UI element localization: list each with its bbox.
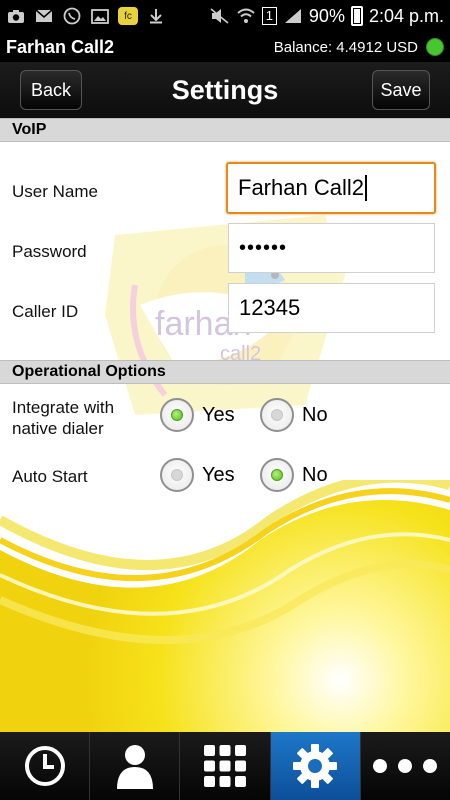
nav-history[interactable]	[0, 732, 91, 800]
app-bar: Farhan Call2 Balance: 4.4912 USD	[0, 32, 450, 62]
integrate-yes-label: Yes	[202, 403, 235, 426]
app-notification-icon: fc	[118, 7, 138, 25]
auto-start-label: Auto Start	[12, 467, 88, 486]
settings-header: Back Settings Save	[0, 62, 450, 118]
wifi-icon	[236, 7, 256, 25]
integrate-label-line1: Integrate with	[12, 398, 115, 417]
image-icon	[90, 7, 110, 25]
user-name-label: User Name	[12, 182, 98, 201]
save-button[interactable]: Save	[372, 70, 430, 110]
auto-start-no-radio[interactable]: No	[260, 458, 328, 492]
radio-circle	[160, 398, 194, 432]
camera-icon	[6, 7, 26, 25]
whatsapp-icon	[62, 7, 82, 25]
person-icon	[116, 745, 153, 789]
battery-icon	[350, 6, 363, 26]
sim-indicator: 1	[261, 7, 277, 25]
nav-more[interactable]	[361, 732, 450, 800]
download-icon	[146, 7, 166, 25]
clock-icon	[24, 746, 65, 786]
password-field[interactable]: ••••••	[228, 223, 435, 273]
nav-dialpad[interactable]	[180, 732, 271, 800]
bottom-nav-bar	[0, 732, 450, 800]
integrate-label-line2: native dialer	[12, 419, 104, 438]
gear-icon	[293, 744, 338, 788]
dialpad-icon	[204, 745, 246, 787]
caller-id-value: 12345	[239, 295, 301, 320]
radio-circle	[260, 458, 294, 492]
mute-icon	[210, 7, 230, 25]
nav-settings[interactable]	[270, 732, 361, 800]
text-cursor	[364, 175, 367, 201]
nav-contacts[interactable]	[90, 732, 181, 800]
auto-start-no-label: No	[302, 463, 328, 486]
radio-dot-selected	[271, 469, 283, 481]
battery-percent: 90%	[308, 5, 345, 26]
mail-icon	[34, 7, 54, 25]
section-header-voip: VoIP	[0, 118, 450, 142]
online-status-indicator	[426, 38, 444, 56]
caller-id-label: Caller ID	[12, 302, 79, 321]
more-icon	[373, 759, 438, 773]
section-header-operational-options: Operational Options	[0, 360, 450, 384]
password-label: Password	[12, 242, 87, 261]
radio-circle	[160, 458, 194, 492]
radio-dot-selected	[171, 409, 183, 421]
auto-start-yes-radio[interactable]: Yes	[160, 458, 235, 492]
clock-time: 2:04 p.m.	[368, 5, 444, 26]
back-button[interactable]: Back	[20, 70, 82, 110]
radio-circle	[260, 398, 294, 432]
user-name-field[interactable]: Farhan Call2	[226, 162, 436, 214]
background-swoosh	[0, 480, 450, 732]
auto-start-yes-label: Yes	[202, 463, 235, 486]
integrate-no-label: No	[302, 403, 328, 426]
signal-icon	[283, 7, 303, 25]
app-name: Farhan Call2	[6, 36, 115, 57]
radio-dot	[171, 469, 183, 481]
radio-dot	[271, 409, 283, 421]
balance-text: Balance: 4.4912 USD	[273, 38, 418, 56]
status-bar: fc 1 90% 2:04 p.m.	[0, 0, 450, 32]
user-name-value: Farhan Call2	[238, 175, 364, 200]
integrate-dialer-label: Integrate with native dialer	[12, 397, 114, 439]
page-title: Settings	[171, 74, 279, 105]
integrate-no-radio[interactable]: No	[260, 398, 328, 432]
password-value: ••••••	[239, 236, 288, 259]
caller-id-field[interactable]: 12345	[228, 283, 435, 333]
integrate-yes-radio[interactable]: Yes	[160, 398, 235, 432]
